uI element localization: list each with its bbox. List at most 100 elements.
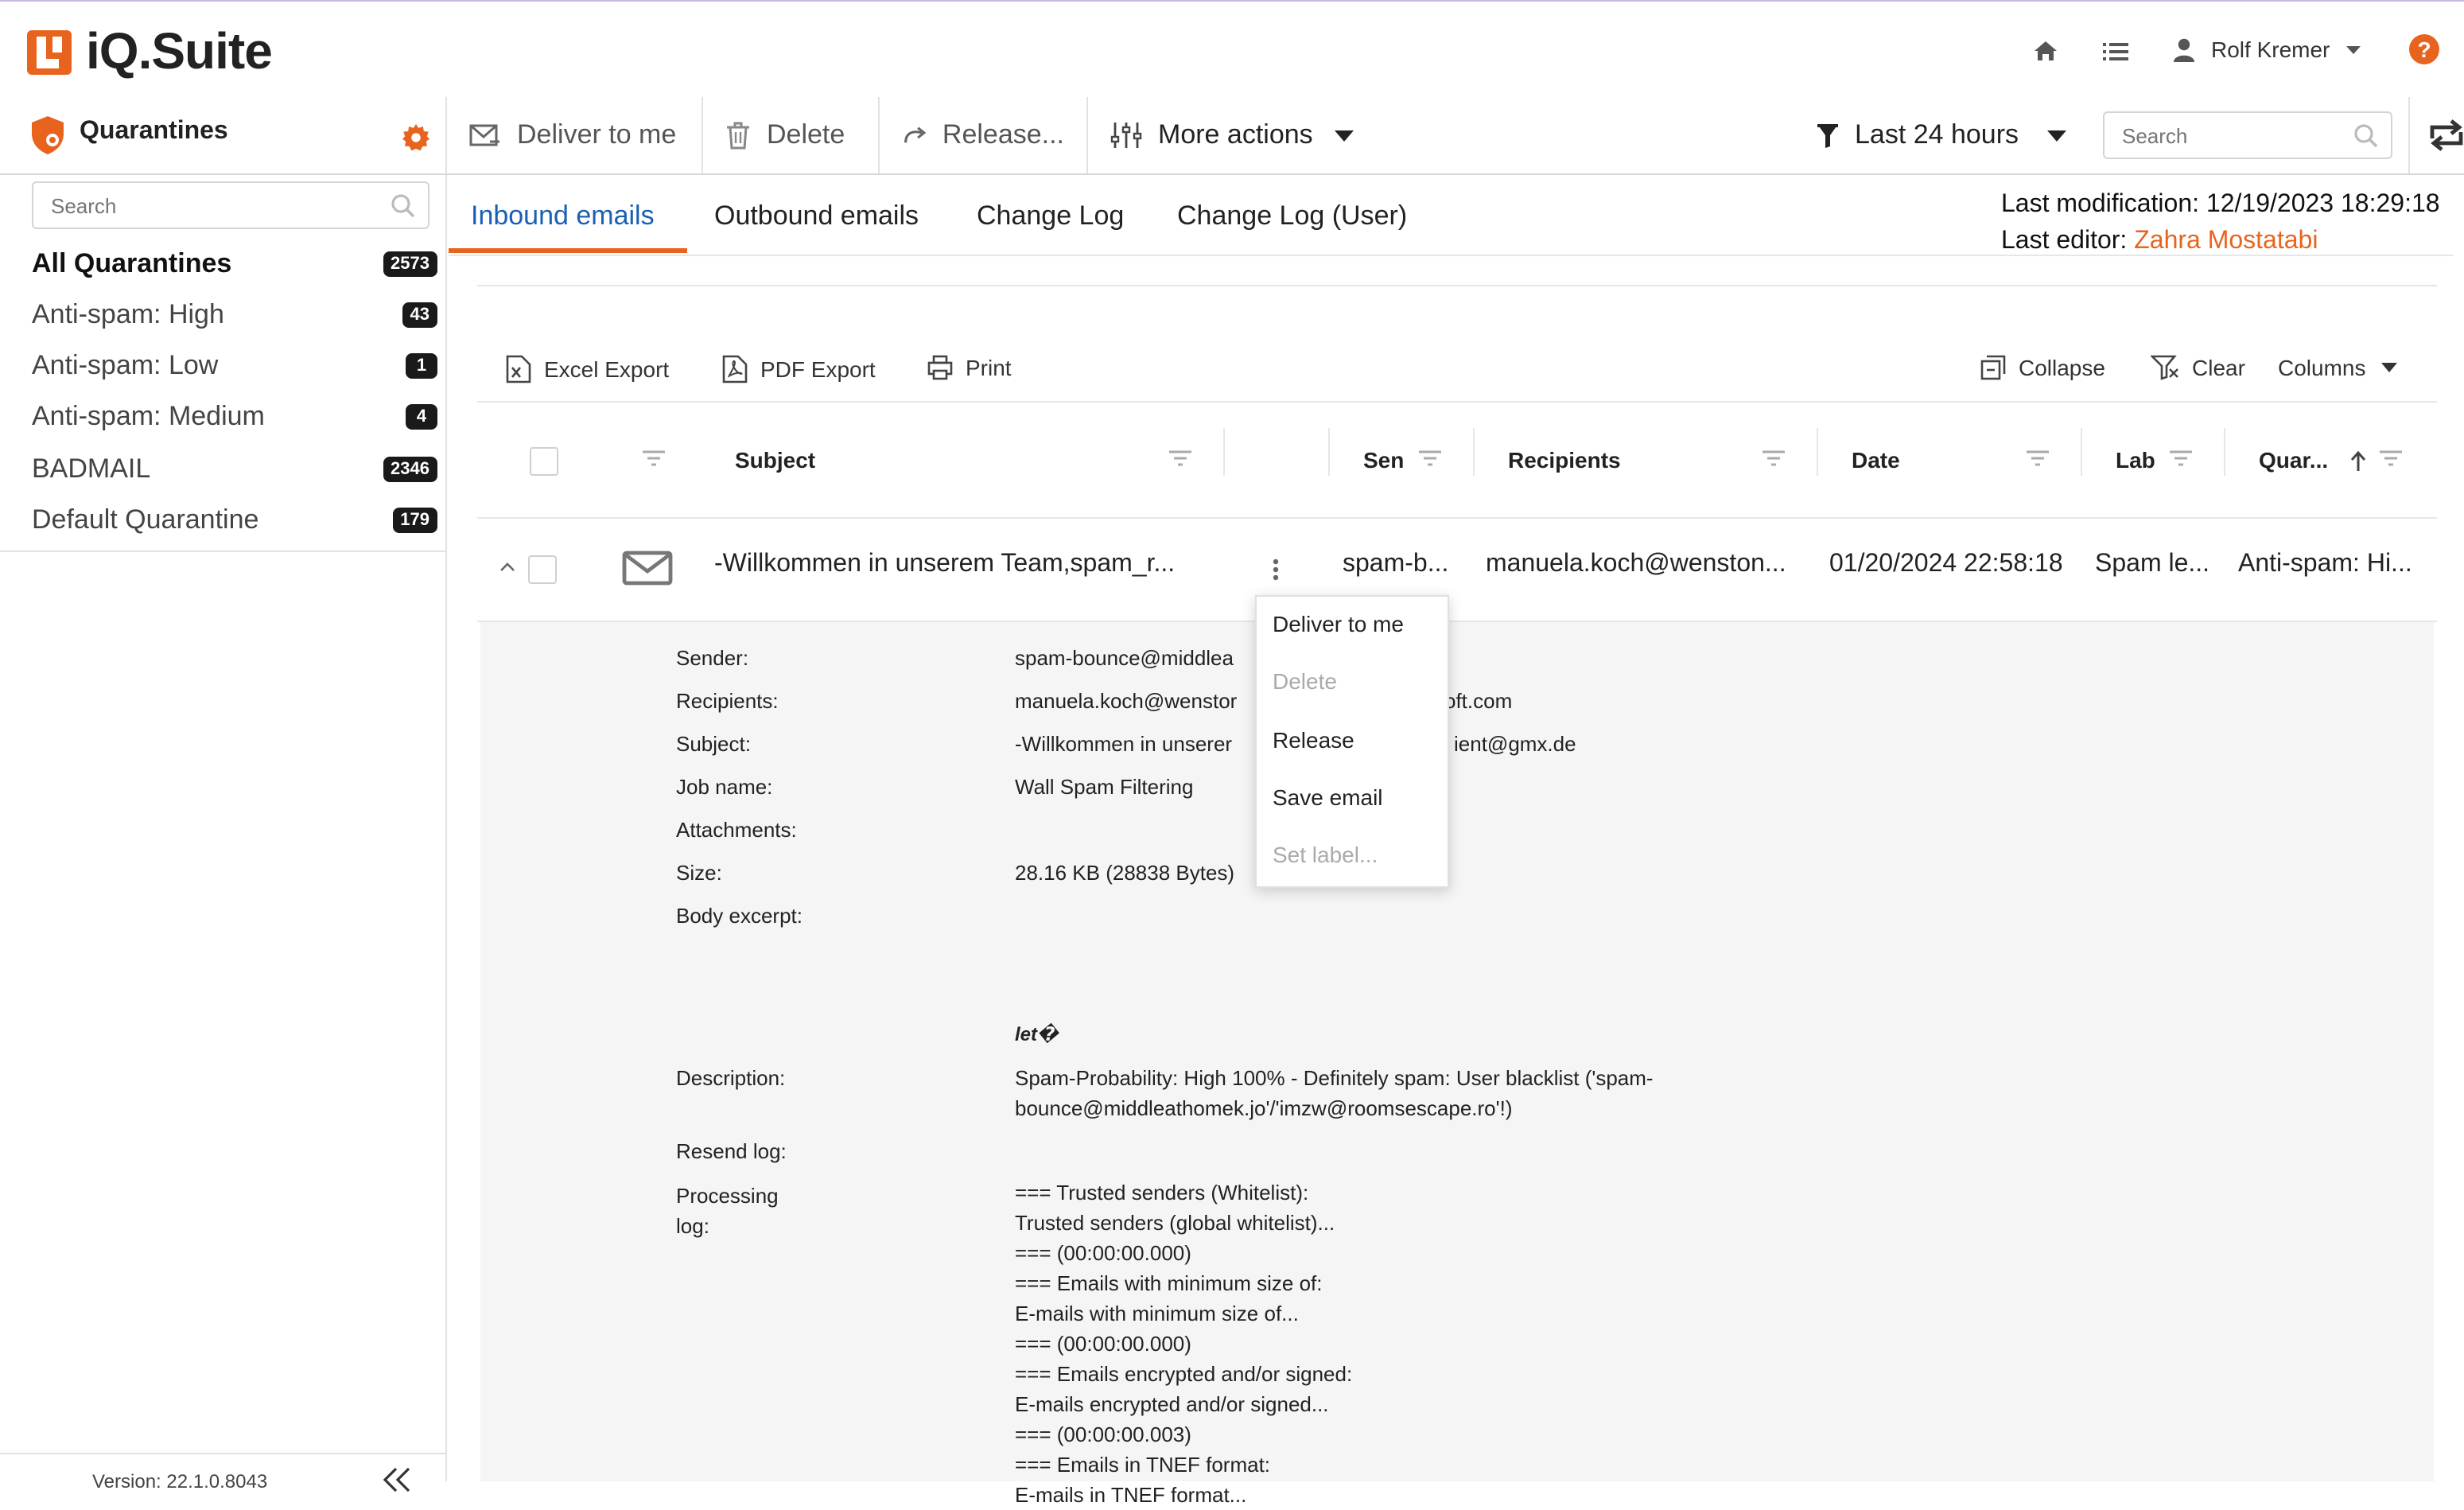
kebab-menu-icon[interactable]: [1273, 558, 1279, 581]
sliders-icon: [1110, 123, 1142, 148]
column-divider[interactable]: [2224, 428, 2225, 476]
pdf-file-icon: [722, 355, 748, 383]
clear-filter-button[interactable]: Clear: [2151, 355, 2245, 380]
cell-subject: -Willkommen in unserem Team,spam_r...: [714, 551, 1176, 578]
last-modification-label: Last modification:: [2001, 191, 2200, 218]
help-icon[interactable]: ?: [2408, 33, 2440, 65]
filter-icon[interactable]: [643, 450, 665, 466]
collapse-button[interactable]: Collapse: [1980, 355, 2105, 380]
tab-outbound-emails[interactable]: Outbound emails: [714, 200, 919, 232]
active-tab-indicator: [449, 248, 687, 253]
count-badge: 2573: [383, 251, 437, 277]
list-icon[interactable]: [2103, 41, 2128, 62]
excel-export-button[interactable]: Excel Export: [506, 355, 669, 383]
column-divider[interactable]: [1817, 428, 1818, 476]
filter-icon[interactable]: [1419, 450, 1441, 466]
count-badge: 179: [392, 508, 437, 533]
chevron-down-icon: [2345, 45, 2361, 53]
sidebar-item-default-quarantine[interactable]: Default Quarantine 179: [32, 495, 437, 546]
tab-inbound-emails[interactable]: Inbound emails: [471, 200, 655, 232]
delete-label: Delete: [767, 119, 845, 150]
toolbar-search-input[interactable]: [2105, 113, 2345, 158]
search-icon[interactable]: [2354, 124, 2378, 148]
last-editor-link[interactable]: Zahra Mostatabi: [2134, 228, 2318, 255]
menu-item-release[interactable]: Release: [1273, 727, 1354, 753]
filter-icon[interactable]: [1169, 450, 1191, 466]
column-divider[interactable]: [1328, 428, 1330, 476]
detail-label-size: Size:: [676, 861, 722, 885]
detail-value-size: 28.16 KB (28838 Bytes): [1015, 861, 1235, 885]
sidebar-item-label: Default Quarantine: [32, 504, 259, 535]
delete-button[interactable]: Delete: [703, 97, 880, 173]
menu-item-save-email[interactable]: Save email: [1273, 784, 1383, 810]
pdf-export-button[interactable]: PDF Export: [722, 355, 876, 383]
detail-value-body-excerpt: let�: [1015, 1023, 1059, 1045]
tab-change-log-user[interactable]: Change Log (User): [1177, 200, 1407, 232]
printer-icon: [927, 355, 953, 380]
detail-value-recipients: manuela.koch@wenstor: [1015, 689, 1238, 713]
column-header-recipients[interactable]: Recipients: [1508, 447, 1621, 473]
sidebar-item-anti-spam-medium[interactable]: Anti-spam: Medium 4: [32, 391, 437, 442]
sidebar-item-badmail[interactable]: BADMAIL 2346: [32, 444, 437, 495]
table-row[interactable]: -Willkommen in unserem Team,spam_r... sp…: [477, 519, 2437, 622]
sort-ascending-icon[interactable]: [2349, 450, 2367, 473]
time-filter-dropdown[interactable]: Last 24 hours: [1817, 97, 2067, 173]
columns-label: Columns: [2278, 355, 2366, 380]
user-icon: [2174, 37, 2194, 61]
logo-text: iQ.Suite: [86, 22, 273, 80]
sidebar-item-all-quarantines[interactable]: All Quarantines 2573: [32, 239, 437, 290]
release-button[interactable]: Release...: [880, 97, 1088, 173]
home-icon[interactable]: [2033, 40, 2058, 62]
app-logo[interactable]: iQ.Suite: [25, 22, 273, 81]
settings-gear-icon[interactable]: [402, 124, 429, 151]
cell-date: 01/20/2024 22:58:18: [1829, 551, 2063, 578]
cell-label: Spam le...: [2095, 551, 2210, 578]
caret-down-icon: [2047, 130, 2067, 141]
sidebar-item-anti-spam-low[interactable]: Anti-spam: Low 1: [32, 341, 437, 391]
user-menu[interactable]: Rolf Kremer: [2173, 37, 2361, 62]
count-badge: 43: [402, 302, 437, 328]
caret-down-icon: [1335, 130, 1354, 141]
caret-down-icon: [2381, 363, 2398, 372]
column-divider[interactable]: [1223, 428, 1225, 476]
filter-icon[interactable]: [2380, 450, 2402, 466]
description-line: Spam-Probability: High 100% - Definitely…: [1015, 1066, 1654, 1090]
print-button[interactable]: Print: [927, 355, 1012, 380]
filter-icon[interactable]: [2170, 450, 2192, 466]
user-name: Rolf Kremer: [2211, 37, 2330, 62]
search-icon[interactable]: [391, 194, 415, 218]
sidebar-search-input[interactable]: [33, 183, 274, 228]
quarantines-header: Quarantines: [0, 97, 447, 173]
svg-text:?: ?: [2417, 37, 2431, 62]
last-modification-value: 12/19/2023 18:29:18: [2206, 191, 2440, 218]
columns-dropdown[interactable]: Columns: [2278, 355, 2398, 380]
trash-icon: [727, 122, 749, 150]
row-checkbox[interactable]: [528, 555, 557, 584]
collapse-sidebar-icon[interactable]: [382, 1467, 414, 1492]
sidebar-item-anti-spam-high[interactable]: Anti-spam: High 43: [32, 290, 437, 341]
collapse-icon: [1980, 355, 2006, 380]
tab-change-log[interactable]: Change Log: [977, 200, 1124, 232]
chevron-up-icon[interactable]: [499, 562, 515, 571]
column-header-sender[interactable]: Sen: [1363, 447, 1404, 473]
email-details-panel: Sender: spam-bounce@middlea Recipients: …: [480, 622, 2434, 1507]
detail-value-job-name: Wall Spam Filtering: [1015, 775, 1194, 799]
last-modification-info: Last modification: 12/19/2023 18:29:18 L…: [2001, 186, 2440, 259]
select-all-checkbox[interactable]: [530, 447, 558, 476]
filter-icon[interactable]: [2027, 450, 2049, 466]
menu-item-deliver-to-me[interactable]: Deliver to me: [1273, 611, 1404, 636]
filter-icon[interactable]: [1762, 450, 1785, 466]
refresh-button[interactable]: [2408, 97, 2464, 173]
cell-sender: spam-b...: [1343, 551, 1449, 578]
log-line: E-mails with minimum size of...: [1015, 1302, 1299, 1325]
column-divider[interactable]: [1473, 428, 1475, 476]
version-text: Version: 22.1.0.8043: [92, 1470, 268, 1492]
column-divider[interactable]: [2081, 428, 2082, 476]
more-actions-button[interactable]: More actions: [1088, 97, 1382, 173]
column-header-label[interactable]: Lab: [2116, 447, 2155, 473]
deliver-to-me-button[interactable]: Deliver to me: [447, 97, 703, 173]
column-header-subject[interactable]: Subject: [735, 447, 815, 473]
column-header-quarantine[interactable]: Quar...: [2259, 447, 2328, 473]
detail-value-recipients-tail: oft.com: [1444, 689, 1513, 713]
column-header-date[interactable]: Date: [1852, 447, 1900, 473]
